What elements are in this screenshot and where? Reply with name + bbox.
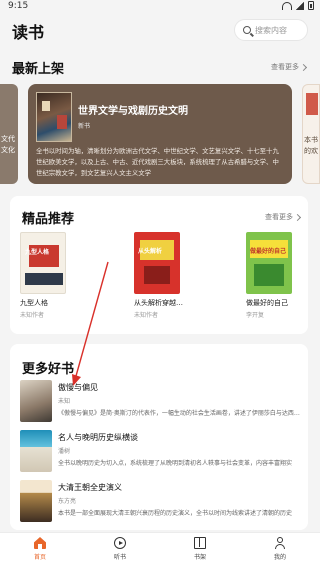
app-header: 读书 搜索内容	[0, 14, 320, 48]
book-title: 大清王朝全史演义	[58, 483, 122, 492]
book-author: 潘树	[58, 448, 71, 455]
status-bar: 9:15	[0, 0, 320, 14]
book-title: 名人与晚明历史纵横谈	[58, 433, 138, 442]
featured-book-tag: 新书	[78, 123, 91, 130]
search-placeholder: 搜索内容	[255, 25, 287, 35]
tab-label: 首页	[33, 554, 46, 561]
premium-book-item[interactable]: 做最好的自己 做最好的自己 李开复	[246, 232, 306, 319]
see-more-label: 查看更多	[265, 213, 293, 221]
book-description: 《傲慢与偏见》是简·奥斯汀的代表作，一幅生动的社会生活画卷，讲述了伊丽莎白与达西…	[58, 410, 300, 417]
section-title-more: 更多好书	[22, 362, 75, 377]
tab-bookshelf[interactable]: 书架	[170, 537, 230, 561]
book-author: 未知作者	[20, 312, 45, 319]
book-description: 本书是一部全面展现大清王朝兴衰历程的历史演义，全书以时间为线索讲述了清朝的历史	[58, 510, 293, 517]
book-author: 未知	[58, 398, 71, 405]
status-icons	[282, 1, 314, 10]
wifi-icon	[282, 1, 292, 10]
book-cover: 从头解析	[134, 232, 180, 294]
premium-book-item[interactable]: 从头解析 从头解析穿越… 未知作者	[134, 232, 194, 319]
book-cover	[20, 430, 52, 472]
carousel-card-next[interactable]: 本书的欢	[302, 84, 320, 184]
app-title: 读书	[12, 23, 45, 42]
cover-title-text: 九型人格	[25, 249, 50, 256]
see-more-label: 查看更多	[271, 63, 299, 71]
featured-book-cover	[36, 92, 72, 142]
tab-label: 我的	[273, 554, 286, 561]
carousel-card-previous[interactable]: 文代文化	[0, 84, 18, 184]
book-title: 从头解析穿越…	[134, 299, 183, 307]
tab-listen[interactable]: 听书	[90, 537, 150, 561]
book-list-item[interactable]: 傲慢与偏见 未知 《傲慢与偏见》是简·奥斯汀的代表作，一幅生动的社会生活画卷，讲…	[20, 380, 300, 424]
peek-card-cover	[306, 93, 318, 115]
search-input[interactable]: 搜索内容	[234, 19, 308, 41]
book-author: 未知作者	[134, 312, 159, 319]
book-list-item[interactable]: 名人与晚明历史纵横谈 潘树 全书以晚明历史为切入点，系统梳理了从晚明到清初名人轶…	[20, 430, 300, 474]
tab-label: 听书	[113, 554, 126, 561]
bottom-tab-bar: 首页 听书 书架 我的	[0, 532, 320, 568]
see-more-new-button[interactable]: 查看更多	[271, 62, 308, 72]
home-icon	[34, 537, 46, 549]
book-cover: 做最好的自己	[246, 232, 292, 294]
see-more-premium-button[interactable]: 查看更多	[265, 212, 302, 222]
featured-book-card[interactable]: 世界文学与戏剧历史文明 新书 全书以时间为轴，清晰划分为欧洲古代文学、中世纪文学…	[28, 84, 292, 184]
battery-icon	[308, 1, 314, 10]
signal-icon	[296, 1, 304, 10]
tab-home[interactable]: 首页	[10, 537, 70, 561]
status-time: 9:15	[8, 1, 29, 11]
premium-panel: 精品推荐 查看更多 九型人格 九型人格 未知作者 从头解析 从头解析穿越… 未知…	[10, 196, 308, 334]
peek-card-text: 本书的欢	[304, 136, 318, 155]
featured-book-description: 全书以时间为轴，清晰划分为欧洲古代文学、中世纪文学、文艺复兴文学、十七至十九世纪…	[36, 147, 279, 177]
book-title: 傲慢与偏见	[58, 383, 98, 392]
book-description: 全书以晚明历史为切入点，系统梳理了从晚明到清初名人轶事与社会变革，内容丰富翔实	[58, 460, 293, 467]
tab-label: 书架	[193, 554, 206, 561]
user-icon	[274, 537, 286, 549]
section-title-premium: 精品推荐	[22, 212, 75, 227]
play-icon	[114, 537, 126, 549]
new-shelf-carousel[interactable]: 文代文化 世界文学与戏剧历史文明 新书 全书以时间为轴，清晰划分为欧洲古代文学、…	[0, 82, 320, 186]
book-cover	[20, 380, 52, 422]
section-title-new: 最新上架	[12, 62, 65, 77]
peek-card-text: 文代文化	[1, 135, 15, 154]
book-list-item[interactable]: 大清王朝全史演义 东方亮 本书是一部全面展现大清王朝兴衰历程的历史演义，全书以时…	[20, 480, 300, 524]
book-author: 李开复	[246, 312, 265, 319]
book-title: 做最好的自己	[246, 299, 288, 307]
premium-book-item[interactable]: 九型人格 九型人格 未知作者	[20, 232, 80, 319]
book-icon	[194, 537, 206, 549]
book-author: 东方亮	[58, 498, 77, 505]
cover-title-text: 做最好的自己	[250, 248, 287, 255]
search-icon	[243, 26, 251, 34]
featured-book-title: 世界文学与戏剧历史文明	[78, 106, 188, 117]
chevron-right-icon	[293, 213, 302, 221]
chevron-right-icon	[299, 63, 308, 71]
book-cover: 九型人格	[20, 232, 66, 294]
more-books-panel: 更多好书 傲慢与偏见 未知 《傲慢与偏见》是简·奥斯汀的代表作，一幅生动的社会生…	[10, 344, 308, 530]
book-cover	[20, 480, 52, 522]
cover-title-text: 从头解析	[138, 248, 163, 255]
book-title: 九型人格	[20, 299, 48, 307]
tab-profile[interactable]: 我的	[250, 537, 310, 561]
